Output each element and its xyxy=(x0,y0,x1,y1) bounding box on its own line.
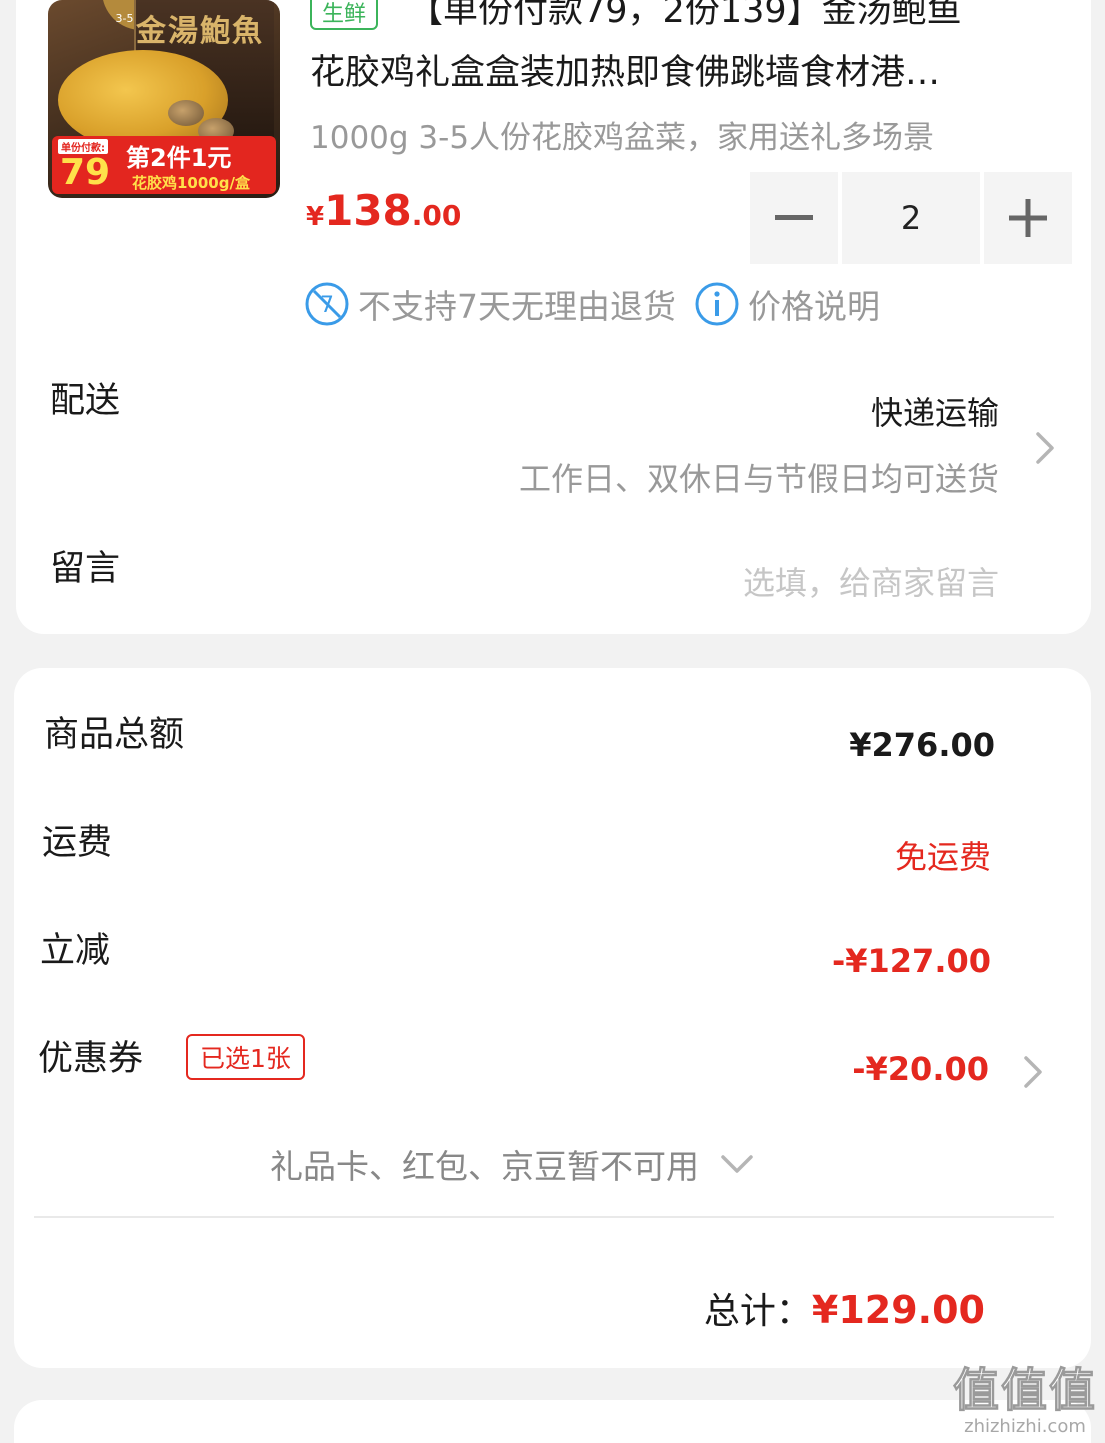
product-notices: 7 不支持7天无理由退货 价格说明 xyxy=(304,280,880,328)
product-title-line-2[interactable]: 花胶鸡礼盒盒装加热即食佛跳墙食材港… xyxy=(310,44,1055,95)
discount-value: -¥127.00 xyxy=(831,942,991,980)
coupon-value[interactable]: -¥20.00 xyxy=(852,1050,989,1088)
decrease-quantity-button[interactable] xyxy=(750,172,838,264)
message-input[interactable]: 选填，给商家留言 xyxy=(743,558,999,604)
delivery-chevron-right-icon[interactable] xyxy=(1030,428,1060,468)
price-currency: ¥ xyxy=(306,202,325,232)
goods-total-label: 商品总额 xyxy=(44,715,185,755)
coupon-chevron-right-icon[interactable] xyxy=(1018,1052,1048,1092)
watermark-url: zhizhizhi.com xyxy=(964,1416,1086,1437)
shipping-label: 运费 xyxy=(42,823,113,863)
coupon-selected-tag[interactable]: 已选1张 xyxy=(186,1034,305,1080)
no-return-text: 不支持7天无理由退货 xyxy=(358,287,676,326)
product-spec: 1000g 3-5人份花胶鸡盆菜，家用送礼多场景 xyxy=(310,120,935,156)
site-watermark: 值值值 zhizhizhi.com xyxy=(953,1354,1097,1438)
minus-icon xyxy=(775,215,813,220)
info-icon[interactable] xyxy=(694,281,740,327)
price-decimal: .00 xyxy=(411,199,462,232)
price-explain-link[interactable]: 价格说明 xyxy=(748,280,880,328)
plus-icon xyxy=(1009,199,1047,237)
image-abalone xyxy=(168,100,204,126)
quantity-stepper: 2 xyxy=(750,172,1072,264)
quantity-value[interactable]: 2 xyxy=(842,172,980,264)
unavailable-payment-toggle[interactable]: 礼品卡、红包、京豆暂不可用 xyxy=(270,1140,757,1188)
next-card-peek xyxy=(14,1400,1091,1443)
product-price: ¥138.00 xyxy=(306,186,461,235)
goods-total-value: ¥276.00 xyxy=(849,726,995,764)
product-image[interactable]: 3-5人食用 金湯鮑魚 单份付款: 79 第2件1元 花胶鸡1000g/盒 xyxy=(48,0,280,198)
message-label: 留言 xyxy=(50,549,121,589)
image-banner-price: 79 xyxy=(60,152,111,193)
total-value: ¥129.00 xyxy=(811,1288,985,1332)
order-summary-card xyxy=(14,668,1091,1368)
order-total: 总计： ¥129.00 xyxy=(704,1282,985,1334)
watermark-logo: 值值值 xyxy=(953,1363,1097,1418)
fresh-tag: 生鲜 xyxy=(310,0,379,30)
discount-label: 立减 xyxy=(40,931,111,971)
delivery-label: 配送 xyxy=(50,381,121,421)
total-label: 总计： xyxy=(703,1291,812,1332)
chevron-down-icon xyxy=(721,1155,753,1173)
delivery-method[interactable]: 快递运输 xyxy=(871,388,999,434)
product-title-line-1[interactable]: 生鲜 【单份付款79，2份139】金汤鲍鱼 xyxy=(310,0,1070,33)
unavailable-payment-text: 礼品卡、红包、京豆暂不可用 xyxy=(270,1147,699,1186)
delivery-note: 工作日、双休日与节假日均可送货 xyxy=(518,460,999,498)
image-box-title: 金湯鮑魚 xyxy=(136,14,264,49)
increase-quantity-button[interactable] xyxy=(984,172,1072,264)
image-banner-sub: 花胶鸡1000g/盒 xyxy=(132,174,250,192)
no-return-icon: 7 xyxy=(305,282,349,326)
shipping-value: 免运费 xyxy=(894,838,991,876)
image-banner-promo: 第2件1元 xyxy=(126,144,232,172)
coupon-label: 优惠券 xyxy=(38,1039,144,1079)
price-integer: 138 xyxy=(324,186,412,235)
summary-divider xyxy=(34,1216,1054,1218)
product-title-text: 【单份付款79，2份139】金汤鲍鱼 xyxy=(408,0,962,31)
image-price-banner: 单份付款: 79 第2件1元 花胶鸡1000g/盒 xyxy=(52,136,276,194)
